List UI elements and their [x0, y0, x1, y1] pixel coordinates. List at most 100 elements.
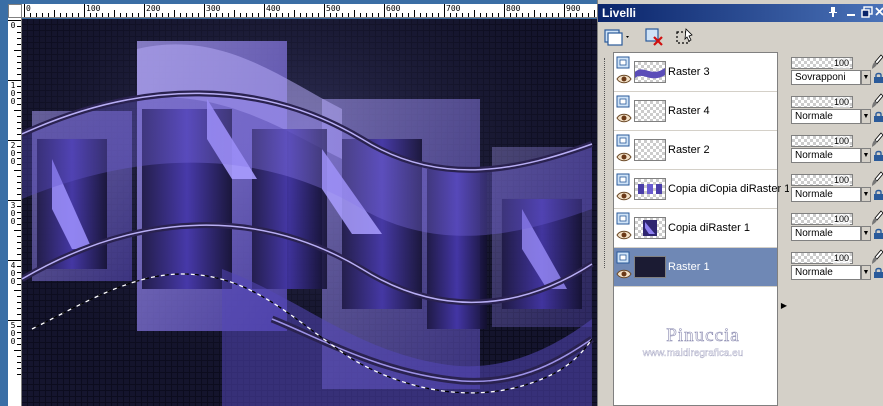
ruler-subtick: [17, 284, 21, 285]
pin-icon[interactable]: [826, 6, 840, 20]
layer-row[interactable]: Raster 3: [614, 53, 777, 92]
layer-group-icon[interactable]: [616, 56, 632, 70]
ruler-subtick: [408, 13, 409, 17]
blend-mode-select[interactable]: Normale: [791, 226, 861, 241]
eye-icon[interactable]: [616, 268, 632, 280]
ruler-subtick: [17, 194, 21, 195]
ruler-subtick: [72, 13, 73, 17]
ruler-subtick: [17, 98, 21, 99]
brush-icon[interactable]: [871, 171, 883, 187]
ruler-subtick: [14, 350, 21, 351]
eye-icon[interactable]: [616, 190, 632, 202]
ruler-subtick: [192, 13, 193, 17]
blend-mode-select[interactable]: Normale: [791, 265, 861, 280]
minimize-icon[interactable]: [844, 6, 858, 20]
lock-icon[interactable]: [873, 72, 883, 84]
ruler-subtick: [402, 13, 403, 17]
ruler-subtick: [17, 116, 21, 117]
layer-row[interactable]: Copia diRaster 1: [614, 209, 777, 248]
layer-thumbnail: [634, 178, 666, 200]
brush-icon[interactable]: [871, 210, 883, 226]
opacity-slider[interactable]: 100: [791, 135, 853, 147]
ruler-subtick: [276, 13, 277, 17]
ruler-subtick: [390, 13, 391, 17]
brush-icon[interactable]: [871, 93, 883, 109]
layer-row[interactable]: Raster 2: [614, 131, 777, 170]
palette-titlebar[interactable]: Livelli: [598, 4, 883, 22]
chevron-down-icon[interactable]: ▼: [861, 148, 871, 163]
layer-row[interactable]: Raster 1: [614, 248, 777, 287]
palette-splitter[interactable]: [779, 52, 789, 406]
lock-icon[interactable]: [873, 111, 883, 123]
ruler-subtick: [450, 13, 451, 17]
layer-row[interactable]: Copia diCopia diRaster 1: [614, 170, 790, 209]
brush-icon[interactable]: [871, 132, 883, 148]
opacity-slider[interactable]: 100: [791, 174, 853, 186]
ruler-label: 4 0 0: [10, 261, 16, 286]
delete-layer-button[interactable]: [642, 26, 666, 48]
lock-icon[interactable]: [873, 228, 883, 240]
chevron-down-icon[interactable]: ▼: [861, 226, 871, 241]
opacity-slider[interactable]: 100: [791, 57, 853, 69]
brush-icon[interactable]: [871, 54, 883, 70]
blend-mode-select[interactable]: Normale: [791, 187, 861, 202]
layer-group-icon[interactable]: [616, 251, 632, 265]
ruler-subtick: [14, 50, 21, 51]
ruler-subtick: [492, 13, 493, 17]
expand-arrow-icon[interactable]: ▶: [780, 298, 788, 314]
ruler-subtick: [17, 152, 21, 153]
lock-icon[interactable]: [873, 150, 883, 162]
layer-group-icon[interactable]: [616, 95, 632, 109]
ruler-subtick: [474, 10, 475, 17]
layer-selection-button[interactable]: [672, 26, 696, 48]
eye-icon[interactable]: [616, 112, 632, 124]
ruler-subtick: [132, 13, 133, 17]
eye-icon[interactable]: [616, 151, 632, 163]
blend-mode-select[interactable]: Normale: [791, 148, 861, 163]
ruler-subtick: [462, 13, 463, 17]
ruler-subtick: [17, 302, 21, 303]
chevron-down-icon[interactable]: ▼: [861, 70, 871, 85]
brush-icon[interactable]: [871, 249, 883, 265]
ruler-subtick: [468, 13, 469, 17]
eye-icon[interactable]: [616, 73, 632, 85]
ruler-subtick: [288, 13, 289, 17]
layer-group-icon[interactable]: [616, 134, 632, 148]
ruler-subtick: [222, 13, 223, 17]
ruler-subtick: [426, 13, 427, 17]
layer-group-icon[interactable]: [616, 212, 632, 226]
blend-mode-select[interactable]: Sovrapponi: [791, 70, 861, 85]
ruler-subtick: [14, 290, 21, 291]
ruler-subtick: [114, 10, 115, 17]
ruler-subtick: [17, 368, 21, 369]
close-icon[interactable]: [872, 6, 883, 20]
chevron-down-icon[interactable]: ▼: [861, 187, 871, 202]
ruler-label: 400: [266, 4, 281, 13]
ruler-label: 3 0 0: [10, 201, 16, 226]
ruler-subtick: [186, 13, 187, 17]
artwork-canvas[interactable]: [22, 19, 597, 406]
layer-name: Copia diCopia diRaster 1: [668, 183, 791, 195]
ruler-subtick: [588, 13, 589, 17]
ruler-subtick: [14, 230, 21, 231]
chevron-down-icon[interactable]: ▼: [861, 109, 871, 124]
new-layer-button[interactable]: [602, 26, 632, 48]
opacity-slider[interactable]: 100: [791, 252, 853, 264]
lock-icon[interactable]: [873, 267, 883, 279]
layer-properties-row: 100 Normale ▼: [789, 208, 883, 247]
opacity-slider[interactable]: 100: [791, 96, 853, 108]
blend-mode-select[interactable]: Normale: [791, 109, 861, 124]
layer-group-icon[interactable]: [616, 173, 632, 187]
ruler-subtick: [570, 13, 571, 17]
lock-icon[interactable]: [873, 189, 883, 201]
ruler-label: 100: [86, 4, 101, 13]
opacity-value: 100: [832, 175, 850, 186]
layer-row[interactable]: Raster 4: [614, 92, 777, 131]
eye-icon[interactable]: [616, 229, 632, 241]
chevron-down-icon[interactable]: ▼: [861, 265, 871, 280]
opacity-slider[interactable]: 100: [791, 213, 853, 225]
image-canvas-frame: 0 100 200 300 400 500 600 700 800 900 0 1 0 0 2 0 0…: [0, 0, 597, 406]
ruler-subtick: [17, 218, 21, 219]
layer-name: Raster 2: [668, 144, 710, 156]
ruler-subtick: [516, 13, 517, 17]
